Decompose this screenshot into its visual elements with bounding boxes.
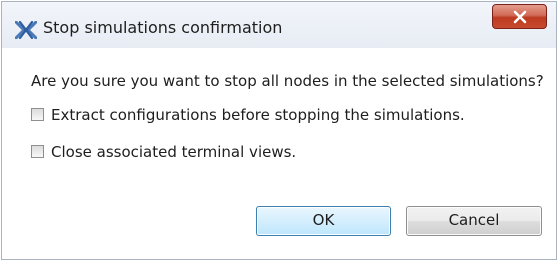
title-bar[interactable]: Stop simulations confirmation — [2, 2, 556, 48]
extract-configurations-label: Extract configurations before stopping t… — [51, 106, 465, 124]
simulation-app-icon — [14, 20, 38, 40]
dialog-body: Are you sure you want to stop all nodes … — [10, 48, 548, 259]
close-terminal-views-label: Close associated terminal views. — [51, 143, 297, 161]
confirmation-question: Are you sure you want to stop all nodes … — [31, 72, 544, 90]
extract-configurations-checkbox[interactable] — [31, 108, 44, 121]
close-icon — [513, 10, 527, 24]
dialog-title: Stop simulations confirmation — [43, 18, 283, 37]
close-button[interactable] — [492, 4, 547, 29]
close-terminal-views-checkbox[interactable] — [31, 145, 44, 158]
cancel-button[interactable]: Cancel — [406, 206, 542, 236]
ok-button[interactable]: OK — [256, 206, 391, 236]
confirmation-dialog: Stop simulations confirmation Are you su… — [1, 1, 557, 260]
